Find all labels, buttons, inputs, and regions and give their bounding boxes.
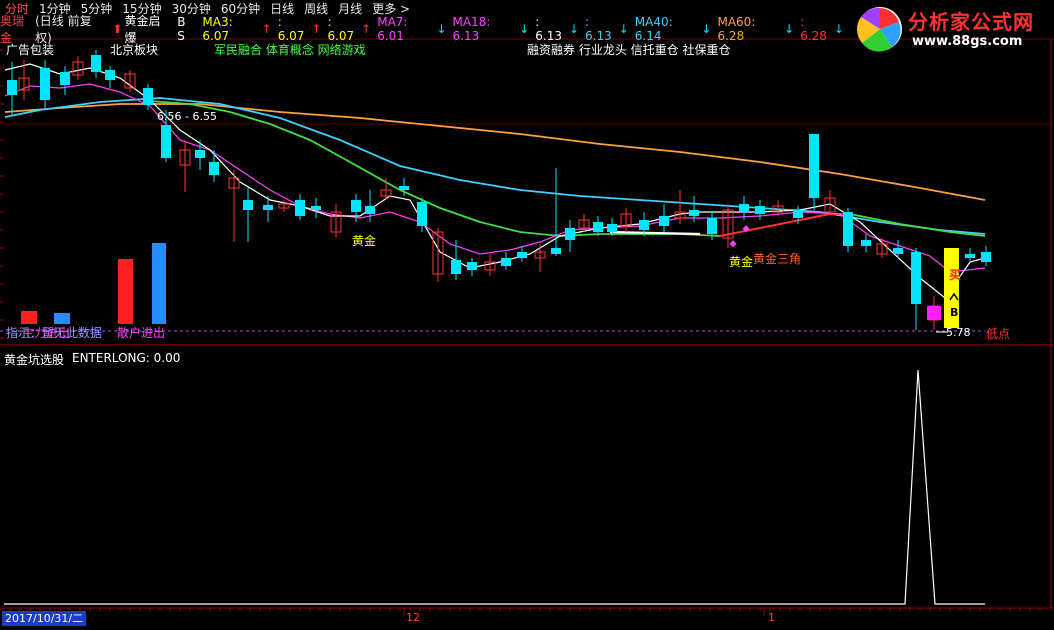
candle-body-15 <box>263 205 273 210</box>
candle-body-33 <box>565 228 575 240</box>
arrow-up-icon: ↑ <box>311 22 322 36</box>
site-logo: 分析家公式网 www.88gs.com <box>850 2 1054 56</box>
axis-month-dec: 12 <box>406 611 420 624</box>
concept-tag-military[interactable]: 军民融合 体育概念 网络游戏 <box>214 41 366 58</box>
candle-body-18 <box>311 206 321 210</box>
candle-body-11 <box>195 150 205 158</box>
candle-body-3 <box>60 72 70 85</box>
ma60-value-b: : 6.28 <box>800 15 827 43</box>
candle-body-45 <box>755 206 765 214</box>
buy-signal-label: 买 <box>949 268 962 282</box>
ma7-value: MA7: 6.01 <box>377 15 408 43</box>
logo-name: 分析家公式网 <box>908 10 1034 34</box>
arrow-down-icon: ↓ <box>568 22 579 36</box>
ma40-value: MA40: 6.14 <box>634 15 673 43</box>
ma18-value: MA18: 6.13 <box>452 15 491 43</box>
candle-body-36 <box>607 224 617 232</box>
arrow-down-icon: ↓ <box>784 22 795 36</box>
enterlong-line <box>4 369 985 605</box>
arrow-down-icon: ↓ <box>833 22 844 36</box>
candle-body-5 <box>91 55 101 72</box>
bs-label: B S <box>177 15 186 43</box>
arrow-down-icon: ↓ <box>436 22 447 36</box>
concept-tag-packaging[interactable]: 广告包装 <box>6 41 54 58</box>
candle-body-53 <box>893 248 903 254</box>
diamond-marker-1 <box>729 240 737 248</box>
candle-body-17 <box>295 200 305 216</box>
candle-body-2 <box>40 68 50 100</box>
candle-body-35 <box>593 222 603 232</box>
price-range-label: 6.56 - 6.55 <box>157 110 217 123</box>
candle-body-29 <box>501 258 511 266</box>
candle-body-20 <box>351 200 361 212</box>
retail-bar-red <box>118 259 133 324</box>
low-point-label: 低点 <box>986 327 1011 341</box>
candle-body-12 <box>209 162 219 175</box>
logo-url: www.88gs.com <box>912 34 1023 49</box>
signal-block-magenta <box>927 306 941 320</box>
main-force-bar-red <box>21 311 37 324</box>
candle-body-26 <box>451 260 461 274</box>
candle-body-8 <box>143 88 153 105</box>
retail-bar-blue <box>152 243 166 324</box>
candle-body-0 <box>7 80 17 95</box>
retail-label: 散户进出 <box>117 326 166 340</box>
b-signal-label: B <box>950 306 959 319</box>
candle-body-44 <box>739 204 749 212</box>
candle-body-54 <box>911 252 921 304</box>
axis-month-jan: 1 <box>768 611 775 624</box>
gold-signal-label-2: 黄金 <box>729 255 754 269</box>
candle-body-39 <box>659 216 669 226</box>
arrow-down-icon: ↓ <box>618 22 629 36</box>
candle-body-14 <box>243 200 253 210</box>
main-force-bar-blue <box>54 313 70 324</box>
ma3-value: MA3: 6.07 <box>202 15 233 43</box>
pinwheel-icon <box>856 7 902 52</box>
candle-body-41 <box>689 210 699 216</box>
ma18-value-c: : 6.13 <box>585 15 612 43</box>
arrow-up-icon: ↑ <box>361 22 372 36</box>
arrow-up-icon: ↑ <box>261 22 272 36</box>
candle-body-57 <box>981 252 991 262</box>
ma18-green-line <box>149 100 721 237</box>
arrow-down-icon: ↓ <box>701 22 712 36</box>
kline-chart[interactable] <box>0 0 1054 630</box>
candle-body-9 <box>161 125 171 158</box>
gold-signal-label: 黄金 <box>352 234 377 248</box>
candle-body-23 <box>399 186 409 190</box>
ma60-value: MA60: 6.28 <box>717 15 756 43</box>
indicator-info-bar: 奥瑞金 (日线 前复权) ⬆ 黄金启爆 B S MA3: 6.07 ↑ : 6.… <box>0 14 850 45</box>
candle-body-38 <box>639 220 649 230</box>
enterlong-value: ENTERLONG: 0.00 <box>72 351 181 365</box>
candle-body-42 <box>707 218 717 234</box>
low-price-label: 5.78 <box>946 326 971 339</box>
arrow-up-icon: ⬆ <box>112 22 123 36</box>
candle-body-56 <box>965 254 975 258</box>
candle-body-24 <box>417 202 427 226</box>
ma3-value-b: : 6.07 <box>277 15 305 43</box>
ma18-value-b: : 6.13 <box>535 15 562 43</box>
gold-triangle-label: 黄金三角 <box>753 252 802 266</box>
date-cursor-box: 2017/10/31/二 <box>2 611 87 626</box>
concept-tag-finance[interactable]: 融资融券 行业龙头 信托重仓 社保重仓 <box>527 41 730 58</box>
candle-body-51 <box>861 240 871 246</box>
candle-body-47 <box>793 210 803 218</box>
ma3-value-c: : 6.07 <box>327 15 355 43</box>
candle-body-21 <box>365 206 375 214</box>
candle-body-48 <box>809 134 819 198</box>
arrow-down-icon: ↓ <box>519 22 530 36</box>
candle-body-50 <box>843 212 853 246</box>
candle-body-27 <box>467 262 477 270</box>
lower-indicator-title[interactable]: 黄金坑选股 <box>4 351 64 368</box>
candle-body-30 <box>517 252 527 258</box>
concept-tag-beijing[interactable]: 北京板块 <box>110 41 158 58</box>
candle-body-32 <box>551 248 561 254</box>
candle-body-6 <box>105 70 115 80</box>
main-force-label: 主力进出 <box>22 326 71 340</box>
